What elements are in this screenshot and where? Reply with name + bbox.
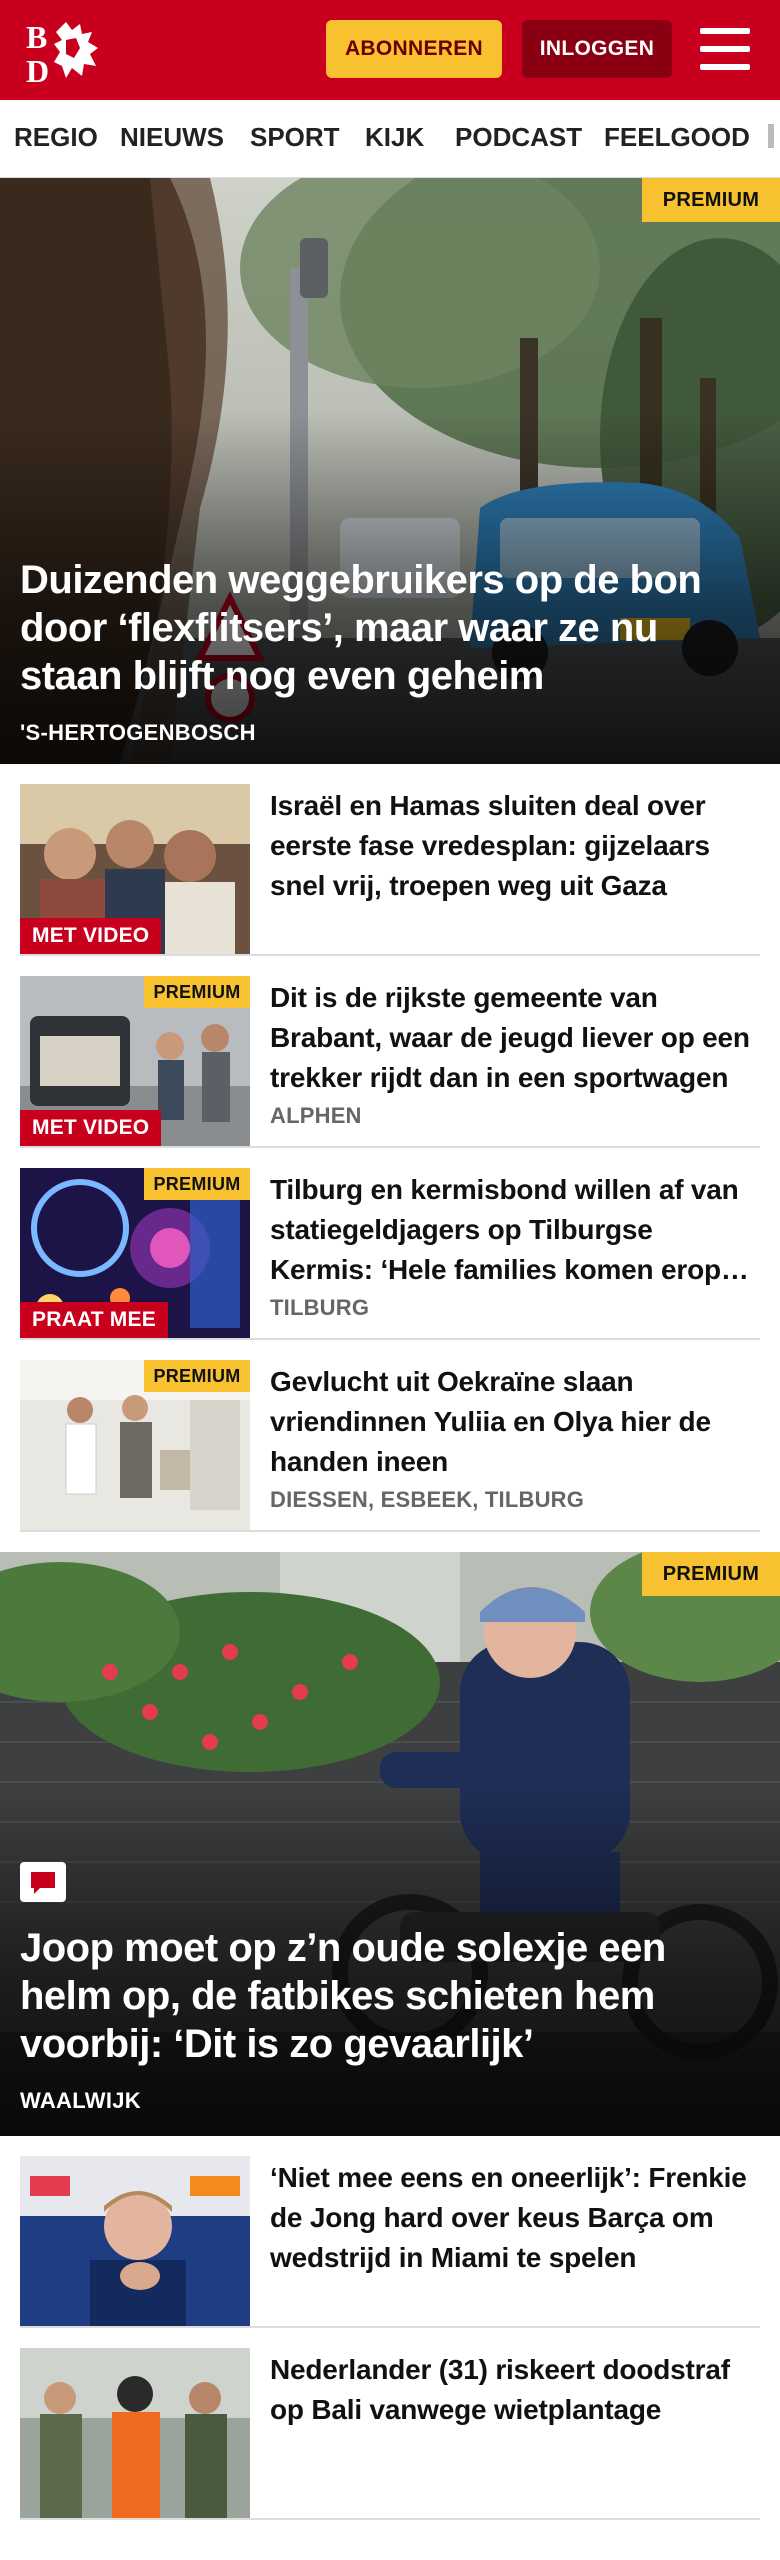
article-title[interactable]: Israël en Hamas sluiten deal over eerste… bbox=[270, 786, 756, 906]
list-item[interactable]: PREMIUM PRAAT MEE Tilburg en kermisbond … bbox=[20, 1148, 760, 1340]
site-header: B D ABONNEREN INLOGGEN bbox=[0, 0, 780, 100]
article-title[interactable]: Nederlander (31) riskeert doodstraf op B… bbox=[270, 2350, 756, 2430]
nav-item-kijk[interactable]: KIJK bbox=[365, 122, 424, 153]
premium-badge: PREMIUM bbox=[642, 178, 780, 222]
premium-badge: PREMIUM bbox=[144, 1360, 250, 1392]
nav-item-regio[interactable]: REGIO bbox=[14, 122, 98, 153]
section-nav: REGIO NIEUWS SPORT KIJK PODCAST FEELGOOD bbox=[0, 100, 780, 178]
hero-article-solex[interactable]: PREMIUM Joop moet op z’n oude solexje ee… bbox=[0, 1552, 780, 2136]
article-thumbnail: PREMIUM bbox=[20, 1360, 250, 1530]
premium-badge: PREMIUM bbox=[144, 976, 250, 1008]
svg-text:B: B bbox=[26, 19, 47, 55]
hero-location: WAALWIJK bbox=[20, 2088, 141, 2113]
nav-item-podcast[interactable]: PODCAST bbox=[455, 122, 582, 153]
article-location: ALPHEN bbox=[270, 1103, 362, 1128]
article-location: TILBURG bbox=[270, 1295, 370, 1320]
hero-location: 'S-HERTOGENBOSCH bbox=[20, 720, 256, 745]
subscribe-button[interactable]: ABONNEREN bbox=[326, 20, 502, 78]
svg-text:D: D bbox=[26, 53, 49, 84]
comment-icon bbox=[20, 1862, 66, 1902]
list-item[interactable]: Nederlander (31) riskeert doodstraf op B… bbox=[20, 2328, 760, 2520]
article-title[interactable]: Tilburg en kermisbond willen af van stat… bbox=[270, 1170, 756, 1290]
hero-headline[interactable]: Joop moet op z’n oude solexje een helm o… bbox=[20, 1924, 760, 2068]
hamburger-menu-icon[interactable] bbox=[700, 26, 754, 72]
article-thumbnail: PREMIUM PRAAT MEE bbox=[20, 1168, 250, 1338]
article-title[interactable]: Dit is de rijkste gemeente van Brabant, … bbox=[270, 978, 756, 1098]
nav-next-item-partial bbox=[768, 124, 774, 148]
article-title[interactable]: Gevlucht uit Oekraïne slaan vriendinnen … bbox=[270, 1362, 756, 1482]
article-thumbnail: PREMIUM MET VIDEO bbox=[20, 976, 250, 1146]
list-item[interactable]: PREMIUM Gevlucht uit Oekraïne slaan vrie… bbox=[20, 1340, 760, 1532]
list-item[interactable]: ‘Niet mee eens en oneerlijk’: Frenkie de… bbox=[20, 2136, 760, 2328]
premium-badge: PREMIUM bbox=[642, 1552, 780, 1596]
login-button[interactable]: INLOGGEN bbox=[522, 20, 672, 78]
video-tag: MET VIDEO bbox=[20, 1110, 162, 1146]
article-title[interactable]: ‘Niet mee eens en oneerlijk’: Frenkie de… bbox=[270, 2158, 756, 2278]
article-thumbnail bbox=[20, 2156, 250, 2326]
premium-badge: PREMIUM bbox=[144, 1168, 250, 1200]
video-tag: MET VIDEO bbox=[20, 918, 162, 954]
nav-item-feelgood[interactable]: FEELGOOD bbox=[604, 122, 750, 153]
list-item[interactable]: MET VIDEO Israël en Hamas sluiten deal o… bbox=[20, 764, 760, 956]
nav-item-sport[interactable]: SPORT bbox=[250, 122, 340, 153]
hero-article-flexflitsers[interactable]: PREMIUM Duizenden weggebruikers op de bo… bbox=[0, 178, 780, 764]
list-item[interactable]: PREMIUM MET VIDEO Dit is de rijkste geme… bbox=[20, 956, 760, 1148]
nav-item-nieuws[interactable]: NIEUWS bbox=[120, 122, 224, 153]
discussion-tag: PRAAT MEE bbox=[20, 1302, 168, 1338]
hero-headline[interactable]: Duizenden weggebruikers op de bon door ‘… bbox=[20, 556, 760, 700]
bd-logo[interactable]: B D bbox=[26, 18, 118, 84]
article-thumbnail bbox=[20, 2348, 250, 2518]
article-location: DIESSEN, ESBEEK, TILBURG bbox=[270, 1487, 585, 1512]
article-thumbnail: MET VIDEO bbox=[20, 784, 250, 954]
